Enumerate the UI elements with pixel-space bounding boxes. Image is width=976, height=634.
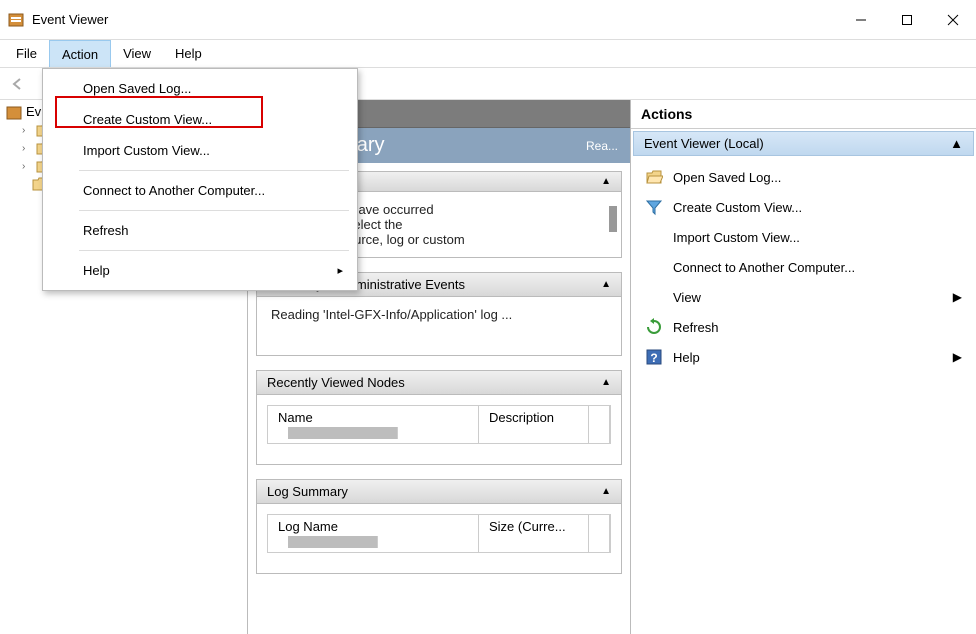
folder-open-icon xyxy=(645,168,663,186)
blank-icon xyxy=(645,228,663,246)
blank-icon xyxy=(645,288,663,306)
action-label: Connect to Another Computer... xyxy=(673,260,855,275)
menu-help[interactable]: Help xyxy=(163,40,214,67)
collapse-icon[interactable]: ▲ xyxy=(601,279,611,290)
action-label: Create Custom View... xyxy=(673,200,802,215)
menu-open-saved-log[interactable]: Open Saved Log... xyxy=(43,73,357,104)
collapse-icon[interactable]: ▲ xyxy=(950,136,963,151)
action-help[interactable]: ? Help ▶ xyxy=(631,342,976,372)
actions-list: Open Saved Log... Create Custom View... … xyxy=(631,158,976,376)
window-title: Event Viewer xyxy=(32,12,838,27)
menu-separator xyxy=(79,170,349,171)
menu-view[interactable]: View xyxy=(111,40,163,67)
app-icon xyxy=(8,12,24,28)
minimize-button[interactable] xyxy=(838,0,884,39)
back-button[interactable] xyxy=(6,72,30,96)
blank-icon xyxy=(645,258,663,276)
menu-create-custom-view[interactable]: Create Custom View... xyxy=(43,104,357,135)
submenu-arrow-icon: ▶ xyxy=(953,350,962,364)
funnel-icon xyxy=(645,198,663,216)
action-label: View xyxy=(673,290,701,305)
submenu-arrow-icon: ▸ xyxy=(337,264,343,277)
collapse-icon[interactable]: ▲ xyxy=(601,486,611,497)
col-name[interactable]: Name xyxy=(268,406,479,443)
recent-nodes-section: Recently Viewed Nodes ▲ Name Description xyxy=(256,370,622,465)
logsum-title: Log Summary xyxy=(267,484,348,499)
menu-import-custom-view[interactable]: Import Custom View... xyxy=(43,135,357,166)
col-extra[interactable] xyxy=(589,515,610,552)
actions-group-header[interactable]: Event Viewer (Local) ▲ xyxy=(633,131,974,156)
actions-title: Actions xyxy=(631,100,976,129)
action-connect-computer[interactable]: Connect to Another Computer... xyxy=(631,252,976,282)
logsum-header[interactable]: Log Summary ▲ xyxy=(257,480,621,504)
help-icon: ? xyxy=(645,348,663,366)
group-header-label: Event Viewer (Local) xyxy=(644,136,764,151)
loading-bar xyxy=(288,427,398,439)
action-label: Help xyxy=(673,350,700,365)
tree-root-label: Ev xyxy=(26,104,41,119)
action-label: Refresh xyxy=(673,320,719,335)
menu-help[interactable]: Help▸ xyxy=(43,255,357,286)
expander-icon[interactable]: › xyxy=(22,125,32,136)
action-label: Open Saved Log... xyxy=(673,170,781,185)
col-extra[interactable] xyxy=(589,406,610,443)
col-description[interactable]: Description xyxy=(479,406,589,443)
submenu-arrow-icon: ▶ xyxy=(953,290,962,304)
col-logname[interactable]: Log Name xyxy=(268,515,479,552)
menu-connect-computer[interactable]: Connect to Another Computer... xyxy=(43,175,357,206)
action-view[interactable]: View ▶ xyxy=(631,282,976,312)
close-button[interactable] xyxy=(930,0,976,39)
collapse-icon[interactable]: ▲ xyxy=(601,176,611,187)
col-size[interactable]: Size (Curre... xyxy=(479,515,589,552)
menu-separator xyxy=(79,210,349,211)
menu-refresh[interactable]: Refresh xyxy=(43,215,357,246)
app-icon xyxy=(6,105,22,119)
actions-pane: Actions Event Viewer (Local) ▲ Open Save… xyxy=(631,100,976,634)
action-refresh[interactable]: Refresh xyxy=(631,312,976,342)
action-open-saved-log[interactable]: Open Saved Log... xyxy=(631,162,976,192)
svg-text:?: ? xyxy=(650,351,657,365)
menu-bar: File Action View Help xyxy=(0,40,976,68)
menu-file[interactable]: File xyxy=(4,40,49,67)
subheader-status: Rea... xyxy=(586,139,618,153)
expander-icon[interactable]: › xyxy=(22,161,32,172)
window-controls xyxy=(838,0,976,39)
action-import-custom-view[interactable]: Import Custom View... xyxy=(631,222,976,252)
menu-action[interactable]: Action xyxy=(49,40,111,67)
menu-separator xyxy=(79,250,349,251)
action-menu-dropdown: Open Saved Log... Create Custom View... … xyxy=(42,68,358,291)
title-bar: Event Viewer xyxy=(0,0,976,40)
collapse-icon[interactable]: ▲ xyxy=(601,377,611,388)
action-label: Import Custom View... xyxy=(673,230,800,245)
summary-body: Reading 'Intel-GFX-Info/Application' log… xyxy=(257,297,621,355)
refresh-icon xyxy=(645,318,663,336)
table-header-row: Log Name Size (Curre... xyxy=(267,514,611,553)
recent-header[interactable]: Recently Viewed Nodes ▲ xyxy=(257,371,621,395)
action-create-custom-view[interactable]: Create Custom View... xyxy=(631,192,976,222)
expander-icon[interactable]: › xyxy=(22,143,32,154)
loading-bar xyxy=(288,536,378,548)
table-header-row: Name Description xyxy=(267,405,611,444)
scrollbar-thumb[interactable] xyxy=(609,206,617,232)
recent-title: Recently Viewed Nodes xyxy=(267,375,405,390)
maximize-button[interactable] xyxy=(884,0,930,39)
log-summary-section: Log Summary ▲ Log Name Size (Curre... xyxy=(256,479,622,574)
